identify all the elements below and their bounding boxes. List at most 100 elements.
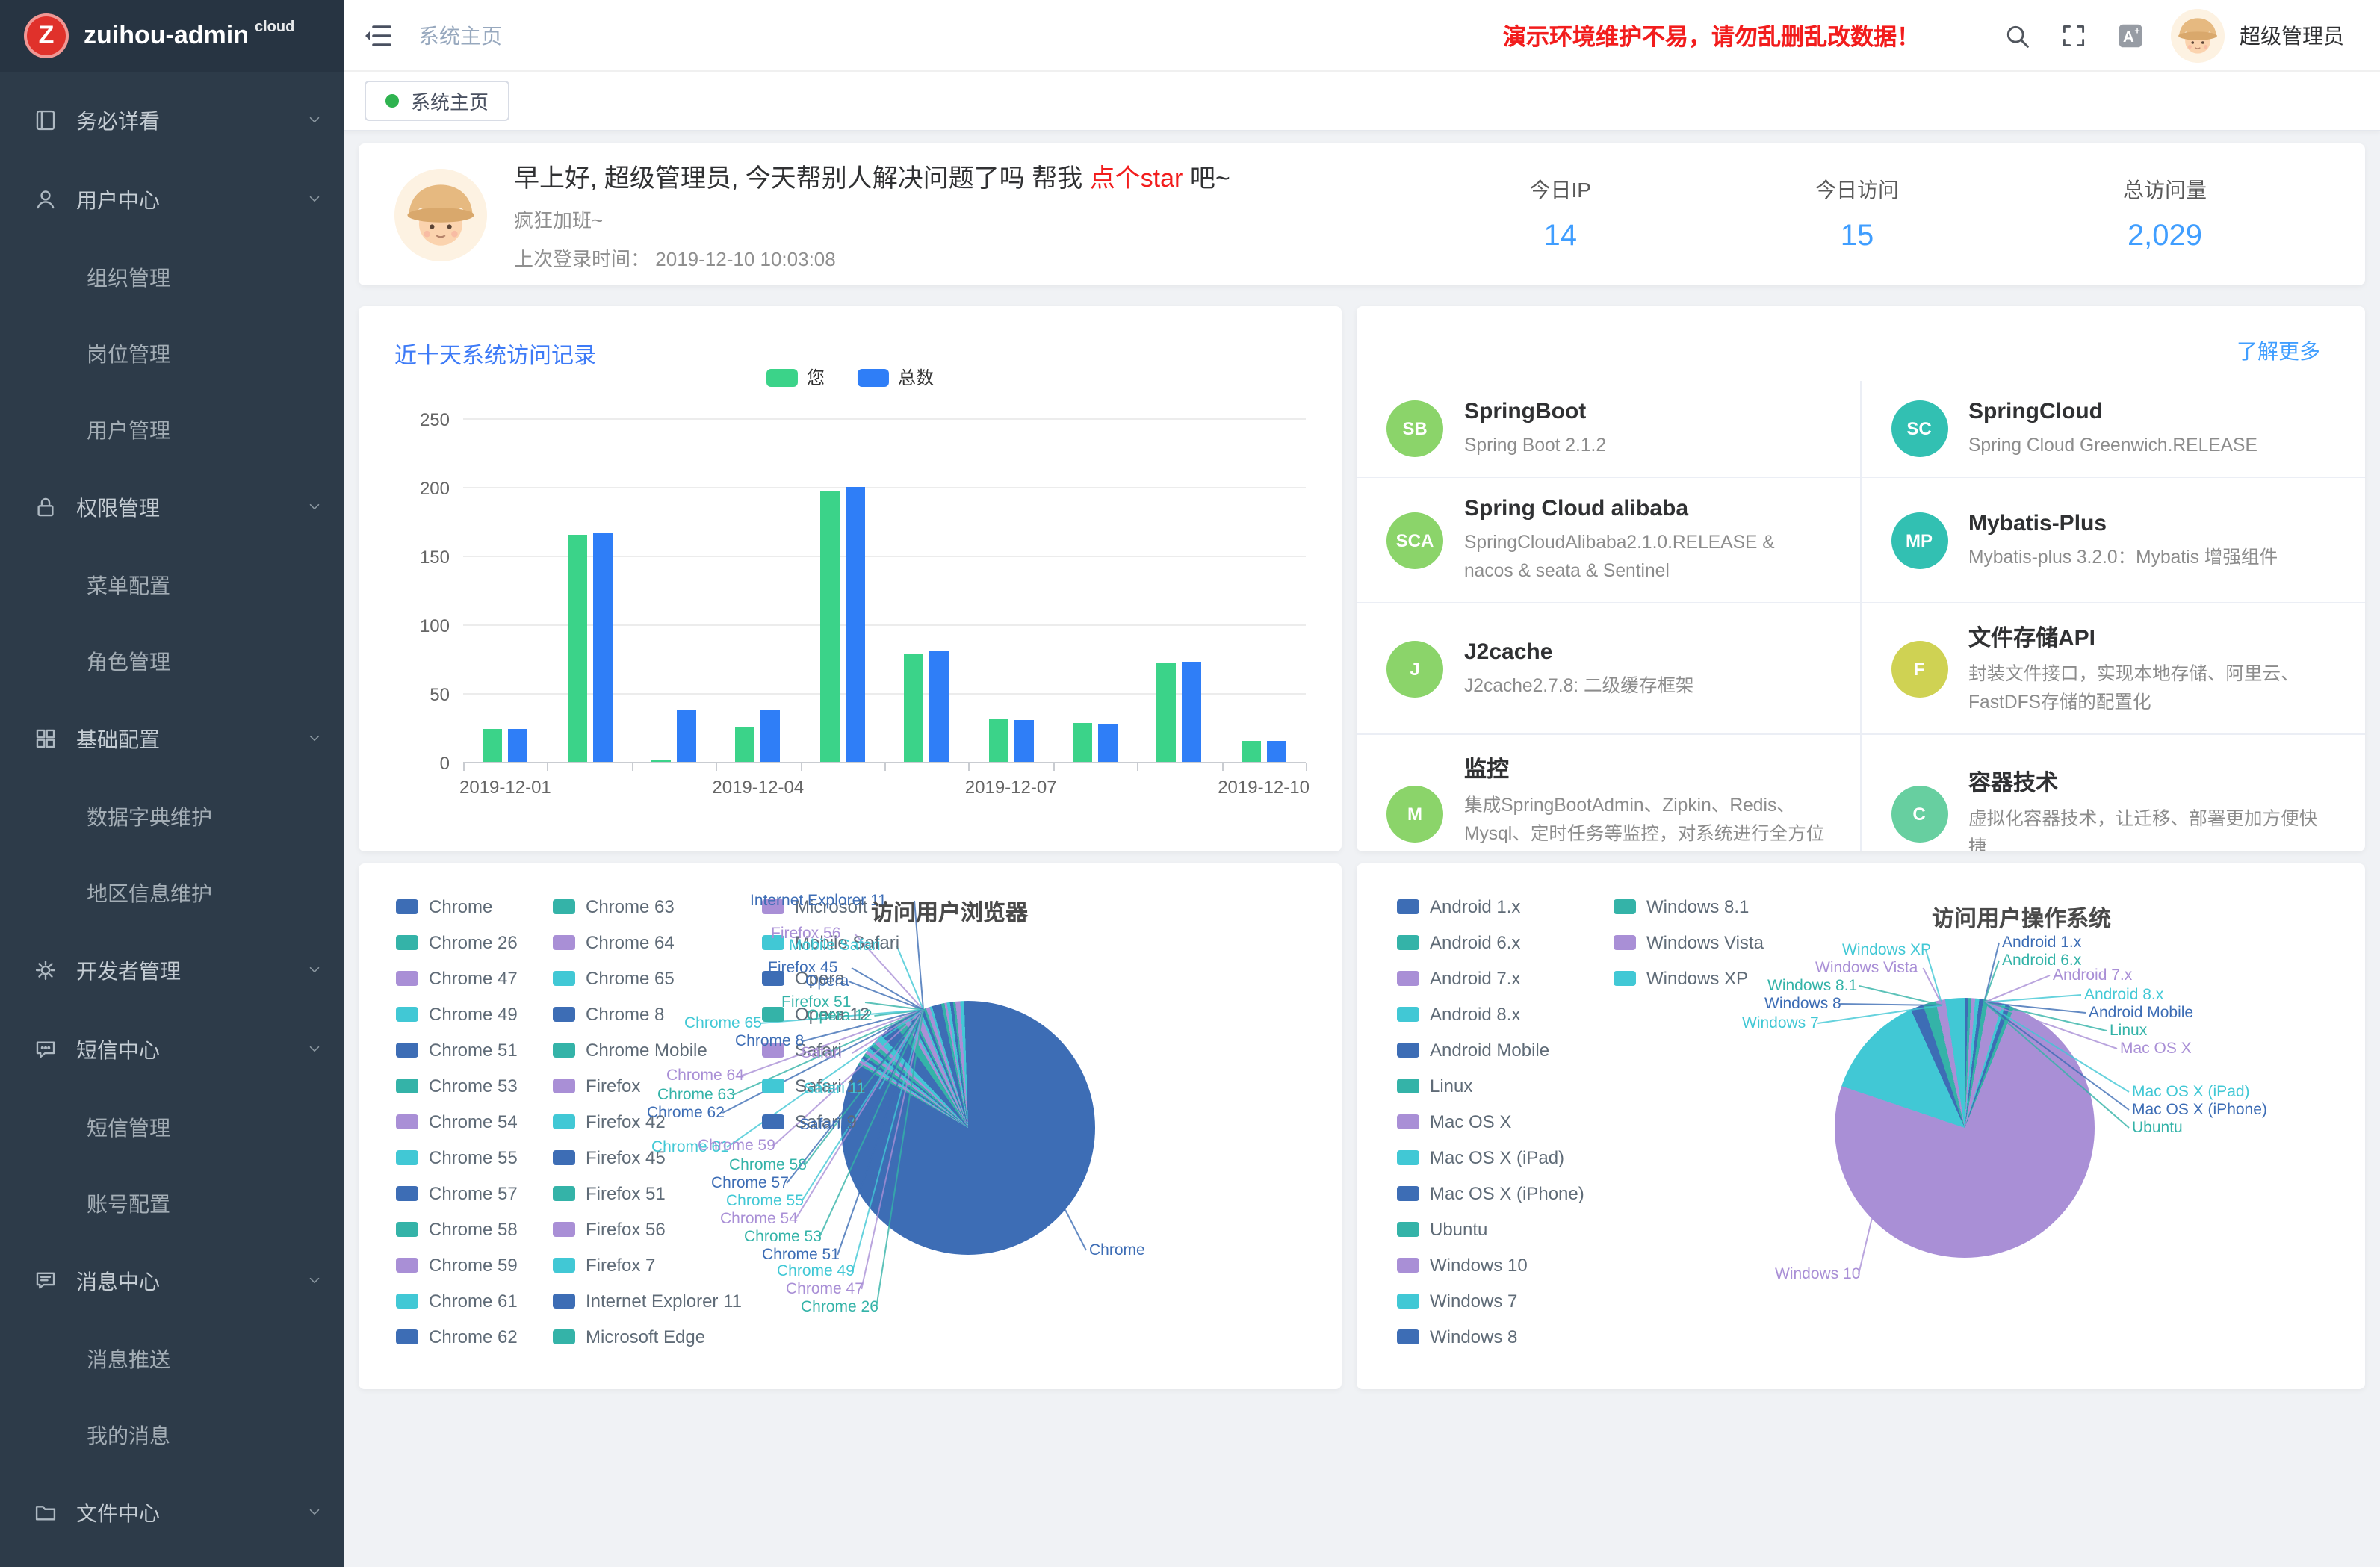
legend-item[interactable]: Chrome 61 <box>396 1291 518 1312</box>
legend-item[interactable]: Chrome 59 <box>396 1255 518 1276</box>
legend-item[interactable]: Safari 11 <box>762 1076 899 1096</box>
legend-item[interactable]: Android 7.x <box>1397 968 1584 989</box>
legend-item[interactable]: Opera 12 <box>762 1004 899 1025</box>
legend-item[interactable]: Internet Explorer 11 <box>553 1291 742 1312</box>
topbar: 系统主页 演示环境维护不易，请勿乱删乱改数据！ A+ 超级管理员 <box>344 0 2380 72</box>
legend-item[interactable]: Mobile Safari <box>762 932 899 953</box>
feature-item[interactable]: C 容器技术 虚拟化容器技术，让迁移、部署更加方便快捷 <box>1861 733 2365 851</box>
legend-item[interactable]: Chrome 65 <box>553 968 742 989</box>
sidebar-subitem[interactable]: 岗位管理 <box>0 315 344 391</box>
legend-item[interactable]: Linux <box>1397 1076 1584 1096</box>
fullscreen-icon[interactable] <box>2060 22 2087 49</box>
pie-label: Android 8.x <box>2084 986 2163 1004</box>
sidebar-subitem[interactable]: 消息推送 <box>0 1321 344 1397</box>
sidebar-subitem[interactable]: 账号配置 <box>0 1165 344 1241</box>
sidebar-item-basic-config[interactable]: 基础配置 <box>0 699 344 778</box>
user-avatar[interactable] <box>2171 8 2225 62</box>
legend-chip <box>553 935 575 950</box>
legend-item[interactable]: Chrome 47 <box>396 968 518 989</box>
breadcrumb[interactable]: 系统主页 <box>418 20 502 50</box>
legend-column: Android 1.x Android 6.x Andr <box>1397 896 1584 1347</box>
legend-item[interactable]: Windows 10 <box>1397 1255 1584 1276</box>
legend-item[interactable]: Chrome Mobile <box>553 1040 742 1061</box>
legend-item[interactable]: Windows XP <box>1614 968 1764 989</box>
feature-item[interactable]: M 监控 集成SpringBootAdmin、Zipkin、Redis、Mysq… <box>1357 733 1861 851</box>
sidebar-subitem[interactable]: 短信管理 <box>0 1089 344 1165</box>
feature-item[interactable]: SB SpringBoot Spring Boot 2.1.2 <box>1357 381 1861 477</box>
feature-item[interactable]: SC SpringCloud Spring Cloud Greenwich.RE… <box>1861 381 2365 477</box>
legend-item[interactable]: Microsoft Edge <box>553 1326 742 1347</box>
feature-item[interactable]: F 文件存储API 封装文件接口，实现本地存储、阿里云、FastDFS存储的配置… <box>1861 603 2365 734</box>
legend-item[interactable]: Windows 8.1 <box>1614 896 1764 917</box>
legend-item[interactable]: Chrome 64 <box>553 932 742 953</box>
legend-item[interactable]: Chrome 8 <box>553 1004 742 1025</box>
legend-item[interactable]: Opera <box>762 968 899 989</box>
learn-more-link[interactable]: 了解更多 <box>2237 336 2320 366</box>
legend-item[interactable]: Chrome <box>396 896 518 917</box>
sidebar-item-file-center[interactable]: 文件中心 <box>0 1473 344 1552</box>
legend-item[interactable]: Chrome 26 <box>396 932 518 953</box>
search-icon[interactable] <box>2004 22 2030 49</box>
menu-collapse-icon[interactable] <box>362 19 394 52</box>
legend-item[interactable]: Chrome 58 <box>396 1219 518 1240</box>
legend-item[interactable]: Firefox 7 <box>553 1255 742 1276</box>
sidebar-item-permission[interactable]: 权限管理 <box>0 468 344 547</box>
sidebar-item-sms-center[interactable]: 短信中心 <box>0 1010 344 1089</box>
sidebar-item-must-read[interactable]: 务必详看 <box>0 81 344 160</box>
legend-item[interactable]: Firefox 56 <box>553 1219 742 1240</box>
legend-item[interactable]: Android 6.x <box>1397 932 1584 953</box>
sidebar-item-user-center[interactable]: 用户中心 <box>0 160 344 239</box>
tab-label: 系统主页 <box>411 87 489 115</box>
sidebar-subitem[interactable]: 地区信息维护 <box>0 854 344 931</box>
legend-item[interactable]: Firefox <box>553 1076 742 1096</box>
sidebar-item-message-center[interactable]: 消息中心 <box>0 1241 344 1321</box>
legend-item[interactable]: Windows 7 <box>1397 1291 1584 1312</box>
feature-item[interactable]: SCA Spring Cloud alibaba SpringCloudAlib… <box>1357 477 1861 603</box>
legend-label: 总数 <box>898 364 934 390</box>
legend-item[interactable]: Mac OS X (iPad) <box>1397 1147 1584 1168</box>
legend-item[interactable]: Safari <box>762 1040 899 1061</box>
sidebar-subitem[interactable]: 角色管理 <box>0 623 344 699</box>
legend-item[interactable]: Chrome 51 <box>396 1040 518 1061</box>
legend-item[interactable]: Android 8.x <box>1397 1004 1584 1025</box>
app-logo[interactable]: Z zuihou-admin cloud <box>0 0 344 72</box>
legend-item[interactable]: Chrome 63 <box>553 896 742 917</box>
font-size-icon[interactable]: A+ <box>2117 22 2144 49</box>
tab-system-home[interactable]: 系统主页 <box>365 81 509 121</box>
sidebar-subitem[interactable]: 数据字典维护 <box>0 778 344 854</box>
sidebar-item-developer[interactable]: 开发者管理 <box>0 931 344 1010</box>
legend-item[interactable]: Firefox 51 <box>553 1183 742 1204</box>
feature-item[interactable]: J J2cache J2cache2.7.8: 二级缓存框架 <box>1357 603 1861 734</box>
legend-column: Windows 8.1 Windows Vista Wi <box>1614 896 1764 989</box>
legend-item[interactable]: Chrome 53 <box>396 1076 518 1096</box>
legend-item[interactable]: Chrome 57 <box>396 1183 518 1204</box>
legend-item[interactable]: Chrome 62 <box>396 1326 518 1347</box>
legend-item[interactable]: Firefox 42 <box>553 1111 742 1132</box>
legend-item[interactable]: Chrome 54 <box>396 1111 518 1132</box>
legend-item[interactable]: Chrome 49 <box>396 1004 518 1025</box>
bar <box>567 535 586 762</box>
app-title-suffix: cloud <box>255 19 294 36</box>
legend-item[interactable]: Safari 9 <box>762 1111 899 1132</box>
legend-item[interactable]: 总数 <box>858 364 934 390</box>
legend-item[interactable]: Windows Vista <box>1614 932 1764 953</box>
sidebar-subitem[interactable]: 用户管理 <box>0 391 344 468</box>
legend-item[interactable]: Android 1.x <box>1397 896 1584 917</box>
sidebar-subitem[interactable]: 菜单配置 <box>0 547 344 623</box>
legend-item[interactable]: Firefox 45 <box>553 1147 742 1168</box>
sidebar-subitem[interactable]: 我的消息 <box>0 1397 344 1473</box>
sidebar-subitem[interactable]: 组织管理 <box>0 239 344 315</box>
legend-item[interactable]: Chrome 55 <box>396 1147 518 1168</box>
legend-item[interactable]: 您 <box>766 364 825 390</box>
bar <box>1157 663 1177 762</box>
legend-item[interactable]: Mac OS X (iPhone) <box>1397 1183 1584 1204</box>
legend-item[interactable]: Windows 8 <box>1397 1326 1584 1347</box>
stat-value: 14 <box>1530 220 1591 254</box>
legend-item[interactable]: Android Mobile <box>1397 1040 1584 1061</box>
star-link[interactable]: 点个star <box>1090 164 1183 193</box>
feature-item[interactable]: MP Mybatis-Plus Mybatis-plus 3.2.0：Mybat… <box>1861 477 2365 603</box>
legend-item[interactable]: Mac OS X <box>1397 1111 1584 1132</box>
legend-chip <box>396 1007 418 1022</box>
current-user-name[interactable]: 超级管理员 <box>2240 20 2344 50</box>
legend-item[interactable]: Ubuntu <box>1397 1219 1584 1240</box>
